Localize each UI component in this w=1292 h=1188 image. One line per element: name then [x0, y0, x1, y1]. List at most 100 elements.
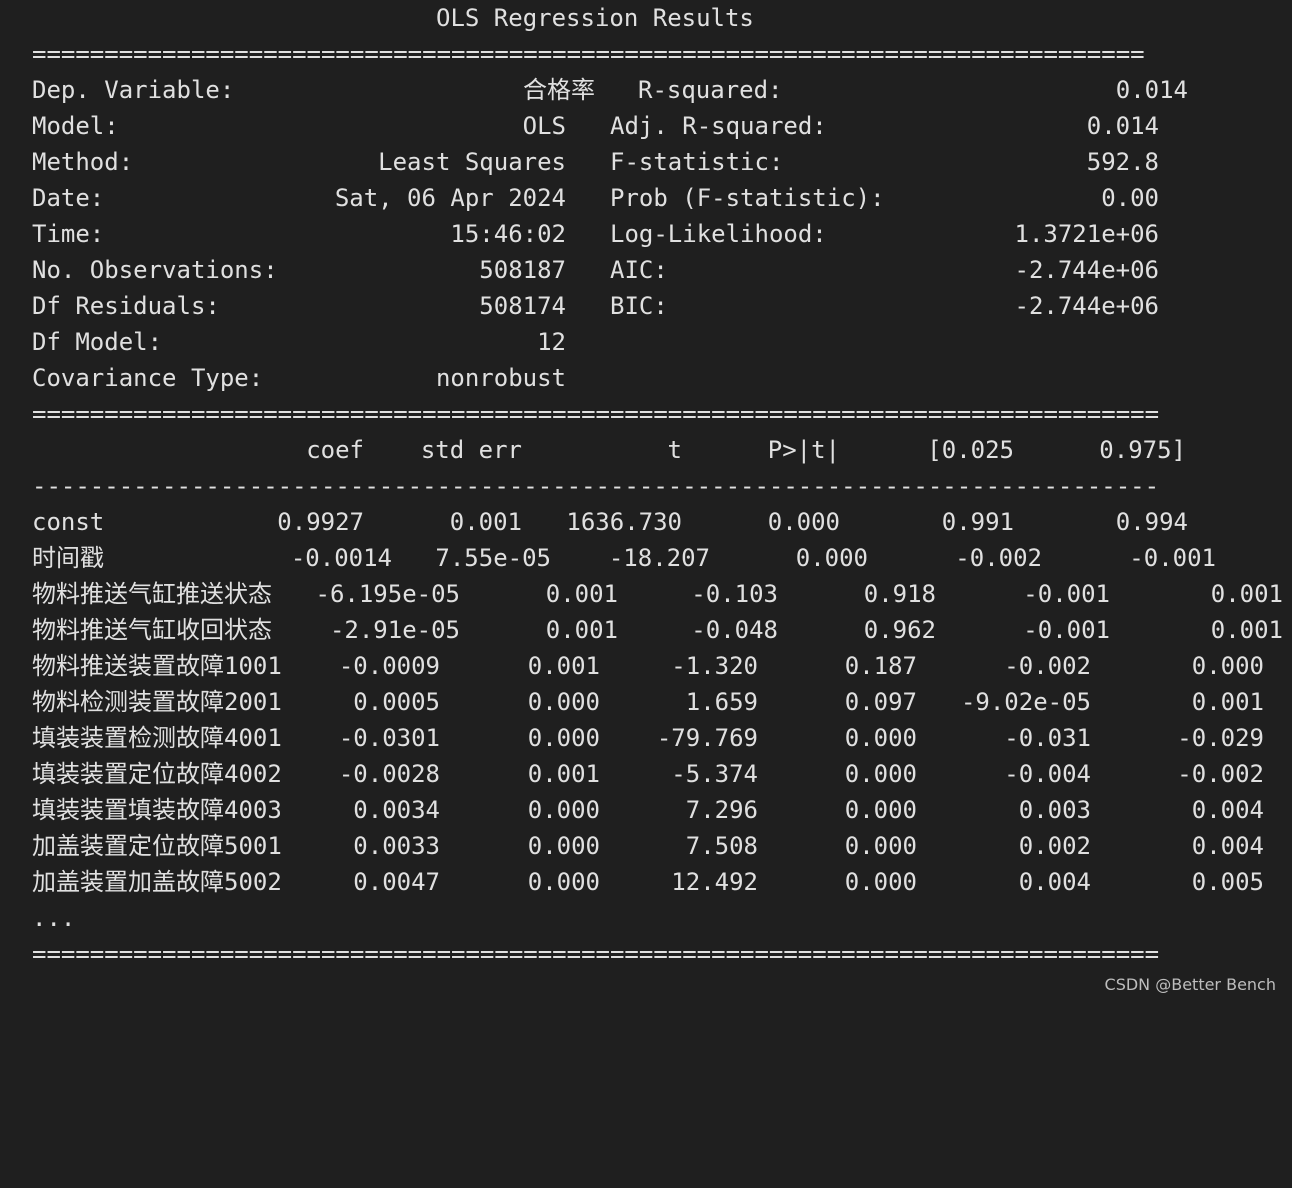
- coef-cell: -0.002: [955, 544, 1042, 572]
- coef-cell: 0.000: [795, 544, 868, 572]
- coef-row-name: 物料推送装置故障1001: [32, 652, 282, 680]
- summary-right-label: BIC:: [610, 292, 668, 320]
- summary-right-value: 1.3721e+06: [1014, 220, 1160, 248]
- summary-row: Date: Sat, 06 Apr 2024 Prob (F-statistic…: [0, 180, 1292, 216]
- separator-single: ----------------------------------------…: [32, 472, 1160, 500]
- coef-cell: 0.991: [941, 508, 1014, 536]
- summary-left-label: Method:: [32, 148, 134, 176]
- summary-left-label: Time:: [32, 220, 105, 248]
- coef-cell: 0.001: [527, 760, 600, 788]
- summary-left-label: Dep. Variable:: [32, 76, 235, 104]
- coef-header: coef: [306, 436, 364, 464]
- coef-cell: -0.0014: [290, 544, 392, 572]
- coef-row-name: 填装装置填装故障4003: [32, 796, 282, 824]
- coef-row-name: 物料推送气缸收回状态: [32, 616, 272, 644]
- coef-cell: 0.001: [1210, 580, 1283, 608]
- table-row: 填装装置定位故障4002 -0.0028 0.001 -5.374 0.000 …: [0, 756, 1292, 792]
- coef-cell: -0.0009: [338, 652, 440, 680]
- coef-cell: 0.000: [527, 724, 600, 752]
- coef-cell: 0.000: [844, 868, 917, 896]
- summary-right-value: -2.744e+06: [1014, 256, 1160, 284]
- summary-row: Covariance Type: nonrobust: [0, 360, 1292, 396]
- summary-row: Df Residuals: 508174 BIC: -2.744e+06: [0, 288, 1292, 324]
- coef-cell: -6.195e-05: [315, 580, 461, 608]
- watermark: CSDN @Better Bench: [1104, 975, 1276, 994]
- summary-right-value: 592.8: [1086, 148, 1159, 176]
- summary-right-value: 0.014: [1115, 76, 1188, 104]
- coef-cell: 7.508: [685, 832, 758, 860]
- summary-left-value: 508187: [479, 256, 566, 284]
- table-row: 物料推送气缸收回状态 -2.91e-05 0.001 -0.048 0.962 …: [0, 612, 1292, 648]
- summary-right-value: -2.744e+06: [1014, 292, 1160, 320]
- coef-cell: -0.0028: [338, 760, 440, 788]
- coef-cell: 1.659: [685, 688, 758, 716]
- coef-cell: 0.994: [1115, 508, 1188, 536]
- summary-left-label: No. Observations:: [32, 256, 278, 284]
- coef-cell: -5.374: [671, 760, 758, 788]
- coef-cell: 0.0034: [353, 796, 440, 824]
- coef-row-name: 物料检测装置故障2001: [32, 688, 282, 716]
- summary-row: Model: OLS Adj. R-squared: 0.014: [0, 108, 1292, 144]
- summary-left-label: Model:: [32, 112, 119, 140]
- coef-cell: 0.005: [1191, 868, 1264, 896]
- results-title-line: OLS Regression Results: [0, 0, 1292, 36]
- summary-left-label: Df Residuals:: [32, 292, 220, 320]
- coef-cell: 0.000: [844, 832, 917, 860]
- coef-cell: 0.002: [1018, 832, 1091, 860]
- summary-row: Df Model: 12: [0, 324, 1292, 360]
- summary-row: Time: 15:46:02 Log-Likelihood: 1.3721e+0…: [0, 216, 1292, 252]
- coef-cell: 0.000: [844, 760, 917, 788]
- coef-cell: 0.001: [1210, 616, 1283, 644]
- coef-cell: 1636.730: [566, 508, 682, 536]
- coef-cell: -0.004: [1004, 760, 1091, 788]
- coef-cell: 0.097: [844, 688, 917, 716]
- coef-cell: 12.492: [671, 868, 758, 896]
- coef-cell: -0.001: [1023, 616, 1110, 644]
- coef-cell: 0.004: [1191, 796, 1264, 824]
- coef-header: [0.025: [927, 436, 1014, 464]
- coef-cell: 0.0047: [353, 868, 440, 896]
- coef-header: std err: [420, 436, 522, 464]
- ellipsis: ...: [32, 904, 76, 932]
- summary-left-value: 508174: [479, 292, 566, 320]
- coef-header: t: [667, 436, 682, 464]
- summary-left-label: Covariance Type:: [32, 364, 264, 392]
- coef-cell: 0.003: [1018, 796, 1091, 824]
- coef-cell: 0.0005: [353, 688, 440, 716]
- table-row: 物料推送装置故障1001 -0.0009 0.001 -1.320 0.187 …: [0, 648, 1292, 684]
- coef-header: 0.975]: [1099, 436, 1186, 464]
- coef-row-name: 物料推送气缸推送状态: [32, 580, 272, 608]
- summary-left-label: Df Model:: [32, 328, 163, 356]
- summary-right-label: Adj. R-squared:: [610, 112, 827, 140]
- table-row: 物料检测装置故障2001 0.0005 0.000 1.659 0.097 -9…: [0, 684, 1292, 720]
- summary-left-value: 12: [537, 328, 566, 356]
- coef-cell: 0.187: [844, 652, 917, 680]
- coef-row-name: 加盖装置定位故障5001: [32, 832, 282, 860]
- coef-cell: -0.031: [1004, 724, 1091, 752]
- coef-cell: 0.000: [527, 796, 600, 824]
- summary-row: Dep. Variable: 合格率 R-squared: 0.014: [0, 72, 1292, 108]
- separator-double-top: ========================================…: [32, 40, 1145, 68]
- table-row: 加盖装置定位故障5001 0.0033 0.000 7.508 0.000 0.…: [0, 828, 1292, 864]
- coef-cell: 0.001: [449, 508, 522, 536]
- coef-cell: 0.001: [1191, 688, 1264, 716]
- table-row: 物料推送气缸推送状态 -6.195e-05 0.001 -0.103 0.918…: [0, 576, 1292, 612]
- coef-cell: -0.002: [1004, 652, 1091, 680]
- coef-cell: -1.320: [671, 652, 758, 680]
- summary-right-label: Log-Likelihood:: [610, 220, 827, 248]
- coef-row-name: 加盖装置加盖故障5002: [32, 868, 282, 896]
- coef-cell: 0.004: [1191, 832, 1264, 860]
- coef-cell: 0.000: [527, 688, 600, 716]
- summary-row: Method: Least Squares F-statistic: 592.8: [0, 144, 1292, 180]
- table-row: 填装装置填装故障4003 0.0034 0.000 7.296 0.000 0.…: [0, 792, 1292, 828]
- coef-cell: 0.001: [545, 580, 618, 608]
- coef-cell: -0.048: [691, 616, 778, 644]
- coef-cell: -2.91e-05: [329, 616, 460, 644]
- coef-cell: -0.002: [1177, 760, 1264, 788]
- coef-cell: 0.962: [863, 616, 936, 644]
- coef-cell: -0.001: [1023, 580, 1110, 608]
- coef-header-row: coef std err t P>|t| [0.025 0.975]: [0, 432, 1292, 468]
- coef-cell: 0.0033: [353, 832, 440, 860]
- summary-right-label: F-statistic:: [610, 148, 784, 176]
- table-row: 填装装置检测故障4001 -0.0301 0.000 -79.769 0.000…: [0, 720, 1292, 756]
